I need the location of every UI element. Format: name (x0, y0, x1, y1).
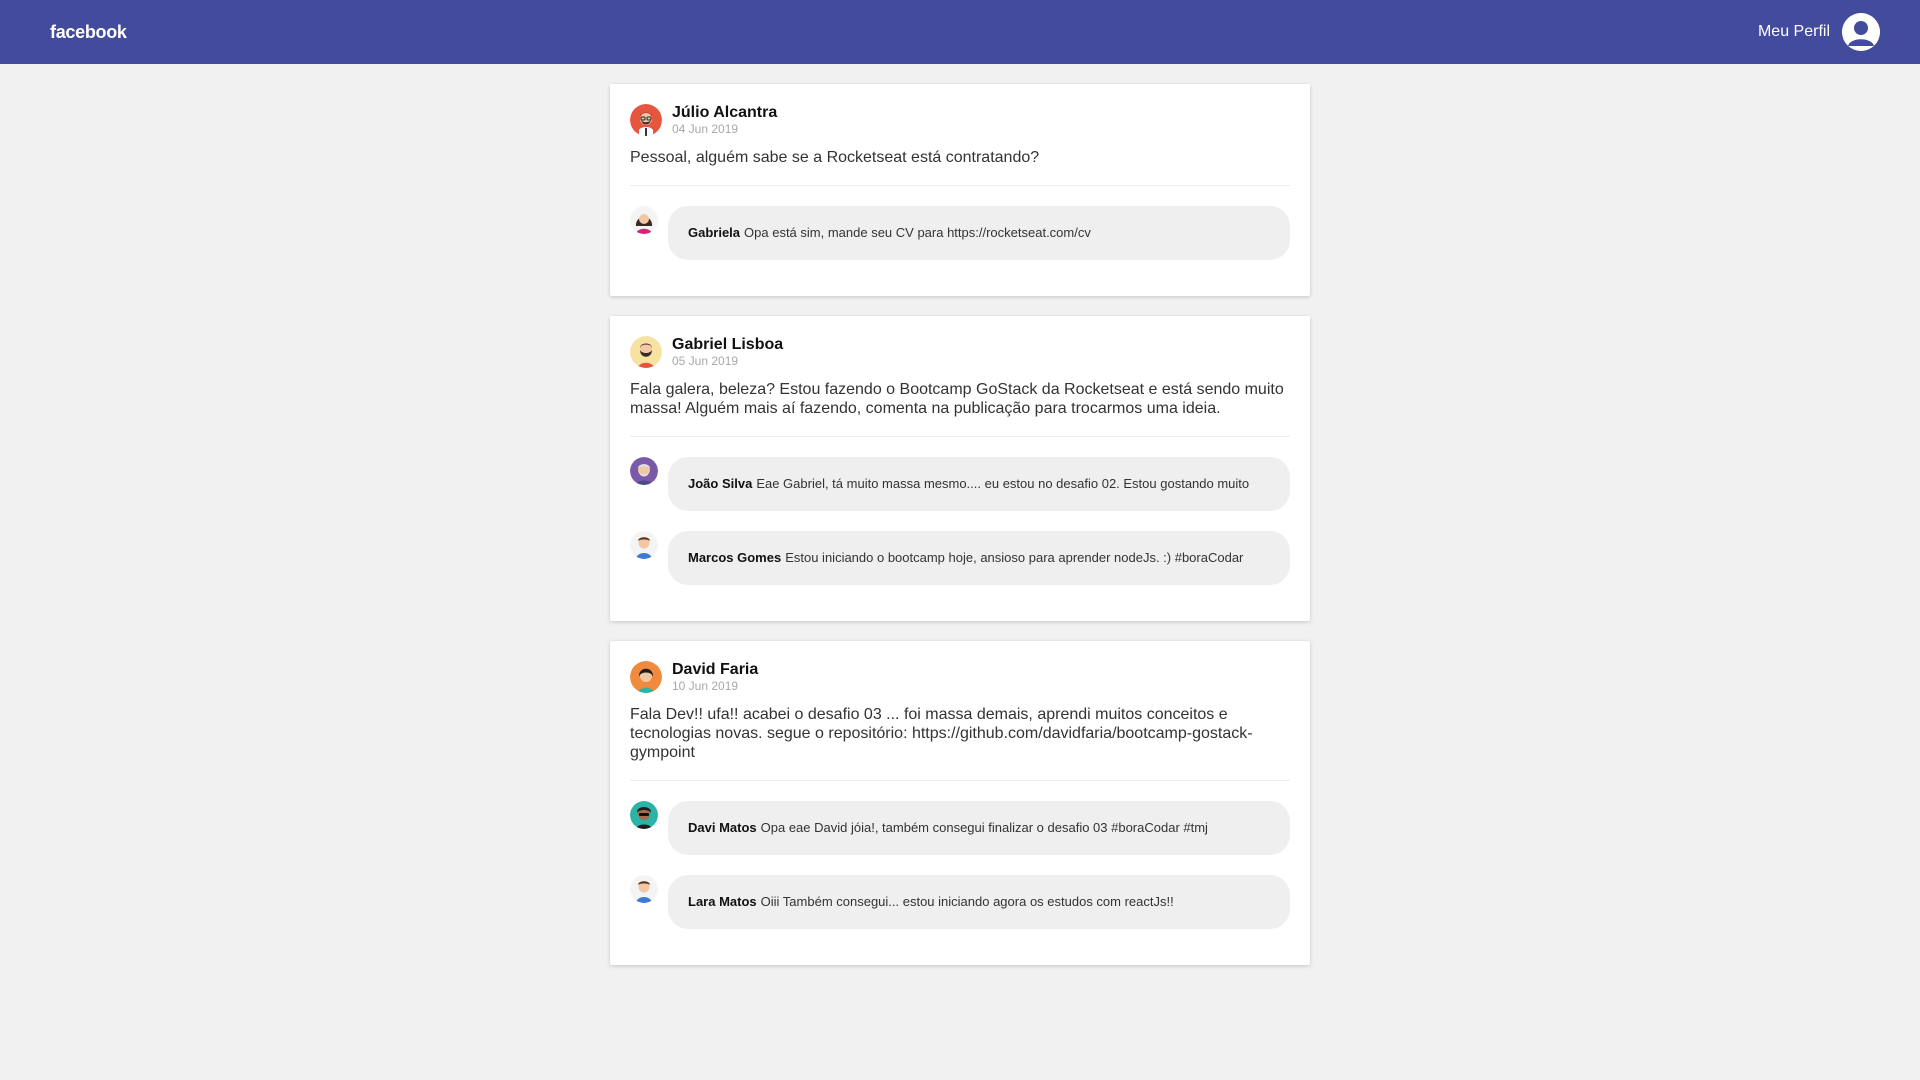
comment: Davi Matos Opa eae David jóia!, também co… (630, 801, 1290, 855)
post-card: David Faria 10 Jun 2019 Fala Dev!! ufa!!… (610, 641, 1310, 965)
commenter-avatar[interactable] (630, 531, 658, 559)
user-avatar-icon[interactable] (1842, 13, 1880, 51)
comment: Gabriela Opa está sim, mande seu CV para … (630, 206, 1290, 260)
comment: João Silva Eae Gabriel, tá muito massa me… (630, 457, 1290, 511)
comment-author[interactable]: Davi Matos (688, 820, 757, 835)
commenter-avatar[interactable] (630, 206, 658, 234)
comment-text: Estou iniciando o bootcamp hoje, ansioso… (785, 550, 1244, 565)
comment-list: João Silva Eae Gabriel, tá muito massa me… (630, 457, 1290, 585)
post-content: Pessoal, alguém sabe se a Rocketseat est… (630, 148, 1290, 186)
comment-author[interactable]: Marcos Gomes (688, 550, 781, 565)
comment-text: Opa está sim, mande seu CV para https://… (744, 225, 1091, 240)
top-bar: facebook Meu Perfil (0, 0, 1920, 64)
comment-text: Oiii Também consegui... estou iniciando … (760, 894, 1174, 909)
comment-bubble: João Silva Eae Gabriel, tá muito massa me… (668, 457, 1290, 511)
profile-label: Meu Perfil (1757, 23, 1830, 40)
comment-text: Opa eae David jóia!, também consegui fin… (760, 820, 1208, 835)
comment-bubble: Lara Matos Oiii Também consegui... estou … (668, 875, 1290, 929)
post-card: Gabriel Lisboa 05 Jun 2019 Fala galera, … (610, 316, 1310, 621)
young-man-avatar-icon (630, 875, 658, 903)
woman-avatar-icon (630, 206, 658, 234)
author-avatar[interactable] (630, 104, 662, 136)
author-avatar[interactable] (630, 336, 662, 368)
post-header: Gabriel Lisboa 05 Jun 2019 (630, 336, 1290, 368)
comment-bubble: Gabriela Opa está sim, mande seu CV para … (668, 206, 1290, 260)
post-author[interactable]: David Faria (672, 661, 758, 679)
post-feed: Júlio Alcantra 04 Jun 2019 Pessoal, algu… (610, 84, 1310, 965)
comment-text: Eae Gabriel, tá muito massa mesmo.... eu… (756, 476, 1250, 491)
comment-author[interactable]: João Silva (688, 476, 752, 491)
post-content: Fala Dev!! ufa!! acabei o desafio 03 ...… (630, 705, 1290, 781)
post-card: Júlio Alcantra 04 Jun 2019 Pessoal, algu… (610, 84, 1310, 296)
facebook-logo[interactable]: facebook (50, 22, 127, 43)
man-dark-hair-icon (630, 661, 662, 693)
author-avatar[interactable] (630, 661, 662, 693)
post-date: 05 Jun 2019 (672, 354, 739, 368)
comment: Lara Matos Oiii Também consegui... estou … (630, 875, 1290, 929)
bearded-man-icon (630, 336, 662, 368)
man-sunglasses-avatar-icon (630, 801, 658, 829)
comment-list: Davi Matos Opa eae David jóia!, também co… (630, 801, 1290, 929)
profile-link[interactable]: Meu Perfil (1758, 13, 1880, 51)
post-date: 04 Jun 2019 (672, 122, 739, 136)
comment-author[interactable]: Gabriela (688, 225, 740, 240)
man-beard-glasses-icon (630, 104, 662, 136)
post-date: 10 Jun 2019 (672, 679, 739, 693)
comment-bubble: Davi Matos Opa eae David jóia!, também co… (668, 801, 1290, 855)
commenter-avatar[interactable] (630, 801, 658, 829)
old-man-avatar-icon (630, 457, 658, 485)
comment-bubble: Marcos Gomes Estou iniciando o bootcamp h… (668, 531, 1290, 585)
commenter-avatar[interactable] (630, 875, 658, 903)
post-author[interactable]: Gabriel Lisboa (672, 336, 783, 354)
comment-author[interactable]: Lara Matos (688, 894, 757, 909)
young-man-avatar-icon (630, 531, 658, 559)
comment-list: Gabriela Opa está sim, mande seu CV para … (630, 206, 1290, 260)
post-content: Fala galera, beleza? Estou fazendo o Boo… (630, 380, 1290, 437)
post-header: David Faria 10 Jun 2019 (630, 661, 1290, 693)
post-header: Júlio Alcantra 04 Jun 2019 (630, 104, 1290, 136)
commenter-avatar[interactable] (630, 457, 658, 485)
comment: Marcos Gomes Estou iniciando o bootcamp h… (630, 531, 1290, 585)
post-author[interactable]: Júlio Alcantra (672, 104, 777, 122)
